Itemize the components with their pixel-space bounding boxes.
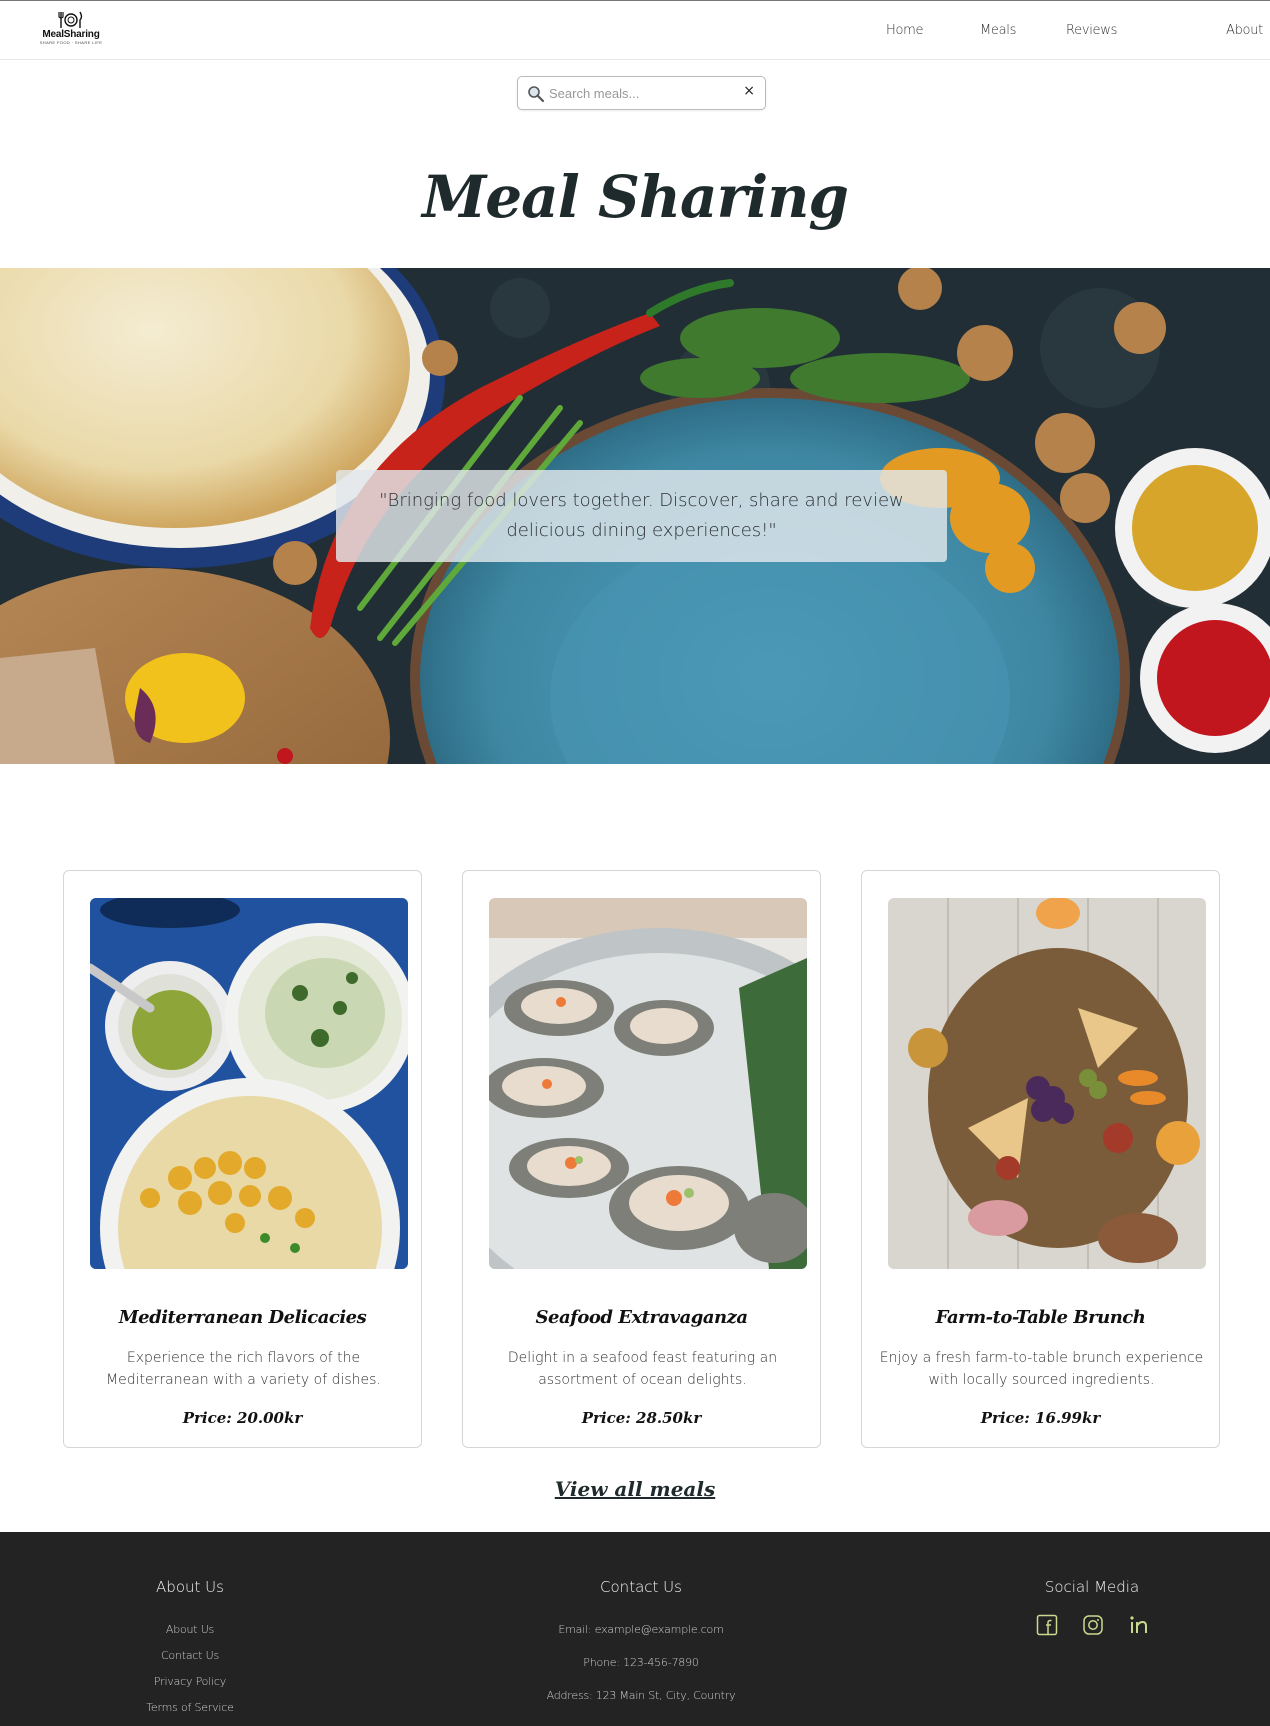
social-icons bbox=[1036, 1614, 1156, 1638]
footer-link-privacy[interactable]: Privacy Policy bbox=[90, 1675, 290, 1688]
nav-meals[interactable]: Meals bbox=[980, 23, 1016, 38]
footer-contact-heading: Contact Us bbox=[600, 1578, 682, 1596]
meal-title: Farm-to-Table Brunch bbox=[935, 1307, 1146, 1328]
tagline-box: "Bringing food lovers together. Discover… bbox=[336, 470, 947, 562]
search-icon bbox=[528, 86, 545, 103]
nav-about[interactable]: About bbox=[1226, 23, 1263, 38]
search-input[interactable] bbox=[549, 83, 729, 103]
footer-social-heading: Social Media bbox=[1044, 1578, 1140, 1596]
clear-search-icon[interactable]: × bbox=[743, 83, 755, 99]
meal-price: Price: 20.00kr bbox=[182, 1409, 303, 1427]
hero-tagline: "Bringing food lovers together. Discover… bbox=[379, 490, 904, 541]
nav-reviews[interactable]: Reviews bbox=[1066, 23, 1117, 38]
footer: About Us About Us Contact Us Privacy Pol… bbox=[0, 1532, 1270, 1726]
fork-plate-knife-icon bbox=[58, 11, 83, 28]
meal-price: Price: 16.99kr bbox=[980, 1409, 1101, 1427]
meal-card[interactable]: Farm-to-Table Brunch Enjoy a fresh farm-… bbox=[861, 870, 1220, 1448]
footer-about-heading: About Us bbox=[156, 1578, 224, 1596]
footer-link-contact[interactable]: Contact Us bbox=[90, 1649, 290, 1662]
meal-description: Delight in a seafood feast featuring an … bbox=[507, 1350, 778, 1388]
instagram-icon[interactable] bbox=[1082, 1614, 1104, 1636]
footer-email: Email: example@example.com bbox=[558, 1623, 724, 1636]
search-box: × bbox=[517, 76, 766, 110]
footer-address: Address: 123 Main St, City, Country bbox=[546, 1689, 736, 1702]
hero-banner: "Bringing food lovers together. Discover… bbox=[0, 268, 1270, 764]
footer-phone: Phone: 123-456-7890 bbox=[583, 1656, 699, 1669]
meal-description: Experience the rich flavors of the Medit… bbox=[106, 1350, 381, 1388]
oysters-on-ice-photo bbox=[489, 898, 807, 1269]
facebook-icon[interactable] bbox=[1036, 1614, 1058, 1636]
nav-links: Home Meals Reviews About bbox=[870, 23, 1270, 43]
meal-title: Mediterranean Delicacies bbox=[118, 1307, 367, 1328]
view-all-meals-link[interactable]: View all meals bbox=[555, 1477, 716, 1501]
meal-card[interactable]: Mediterranean Delicacies Experience the … bbox=[63, 870, 422, 1448]
logo-text: MealSharing bbox=[42, 29, 100, 40]
page-title: Meal Sharing bbox=[422, 163, 849, 231]
navbar: MealSharing SHARE FOOD · SHARE LIFE Home… bbox=[0, 0, 1270, 60]
logo-subtext: SHARE FOOD · SHARE LIFE bbox=[39, 40, 103, 45]
footer-link-terms[interactable]: Terms of Service bbox=[90, 1701, 290, 1714]
mediterranean-dishes-photo bbox=[90, 898, 408, 1269]
view-all-container: View all meals bbox=[0, 1477, 1270, 1501]
linkedin-icon[interactable] bbox=[1128, 1614, 1150, 1636]
nav-home[interactable]: Home bbox=[886, 23, 924, 38]
meal-title: Seafood Extravaganza bbox=[535, 1307, 748, 1328]
charcuterie-board-photo bbox=[888, 898, 1206, 1269]
meal-description: Enjoy a fresh farm-to-table brunch exper… bbox=[879, 1350, 1204, 1388]
footer-link-about[interactable]: About Us bbox=[90, 1623, 290, 1636]
meal-price: Price: 28.50kr bbox=[581, 1409, 702, 1427]
meal-card[interactable]: Seafood Extravaganza Delight in a seafoo… bbox=[462, 870, 821, 1448]
brand-logo[interactable]: MealSharing SHARE FOOD · SHARE LIFE bbox=[36, 11, 106, 51]
